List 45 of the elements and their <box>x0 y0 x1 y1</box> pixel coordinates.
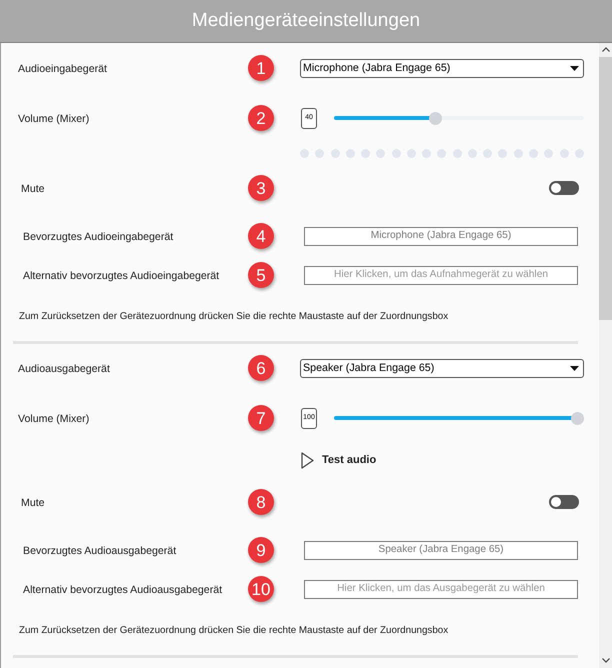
device-select[interactable]: Speaker (Jabra Engage 65) <box>300 358 584 378</box>
scroll-up-icon[interactable] <box>602 47 610 52</box>
slider-thumb[interactable] <box>428 112 442 124</box>
caret-down-icon <box>570 366 579 370</box>
number-badge: 8 <box>248 489 274 515</box>
setting-label: Audioeingabegerät <box>18 63 107 75</box>
caret-down-icon <box>570 66 579 70</box>
toggle-knob <box>551 497 561 507</box>
setting-label: Mute <box>21 497 45 509</box>
mute-toggle[interactable] <box>549 181 579 195</box>
number-badge: 9 <box>248 537 274 563</box>
device-select[interactable]: Microphone (Jabra Engage 65) <box>300 58 584 78</box>
setting-label: Audioausgabegerät <box>18 363 110 375</box>
volume-slider-track[interactable] <box>334 112 584 124</box>
number-badge: 5 <box>248 262 274 288</box>
mute-toggle[interactable] <box>549 495 579 509</box>
play-icon <box>301 452 314 468</box>
slider-thumb[interactable] <box>571 412 584 424</box>
reset-hint-text: Zum Zurücksetzen der Gerätezuordnung drücken Sie die rechte Maustaste auf der Zuordnungsbox <box>19 310 448 324</box>
number-badge: 3 <box>248 175 274 201</box>
device-field[interactable]: Hier Klicken, um das Aufnahmegerät zu wählen <box>304 266 578 284</box>
setting-label: Volume (Mixer) <box>18 113 90 125</box>
test-audio-button[interactable]: Test audio <box>301 452 376 468</box>
setting-label: Alternativ bevorzugtes Audioausgabegerät <box>23 584 222 596</box>
device-field[interactable]: Speaker (Jabra Engage 65) <box>304 540 578 560</box>
setting-label: Volume (Mixer) <box>18 413 90 425</box>
number-badge: 2 <box>248 105 274 131</box>
setting-label: Bevorzugtes Audioeingabegerät <box>23 231 174 243</box>
number-badge: 6 <box>248 355 274 381</box>
setting-label: Alternativ bevorzugtes Audioeingabegerät <box>23 270 220 282</box>
toggle-knob <box>551 183 561 193</box>
scroll-down-icon[interactable] <box>602 658 610 663</box>
scrollbar[interactable] <box>599 43 612 668</box>
number-badge: 1 <box>248 55 274 81</box>
setting-label: Mute <box>21 183 45 195</box>
window-title: Mediengeräteeinstellungen <box>192 8 420 33</box>
reset-hint-text: Zum Zurücksetzen der Gerätezuordnung drücken Sie die rechte Maustaste auf der Zuordnungsbox <box>19 624 448 638</box>
device-field[interactable]: Hier Klicken, um das Ausgabegerät zu wählen <box>304 580 578 598</box>
number-badge: 4 <box>248 223 274 249</box>
scrollbar-thumb[interactable] <box>599 57 612 320</box>
device-field[interactable]: Microphone (Jabra Engage 65) <box>304 226 578 246</box>
setting-label: Bevorzugtes Audioausgabegerät <box>23 545 176 557</box>
volume-slider-track[interactable] <box>334 412 584 424</box>
number-badge: 10 <box>248 576 274 602</box>
number-badge: 7 <box>248 405 274 431</box>
